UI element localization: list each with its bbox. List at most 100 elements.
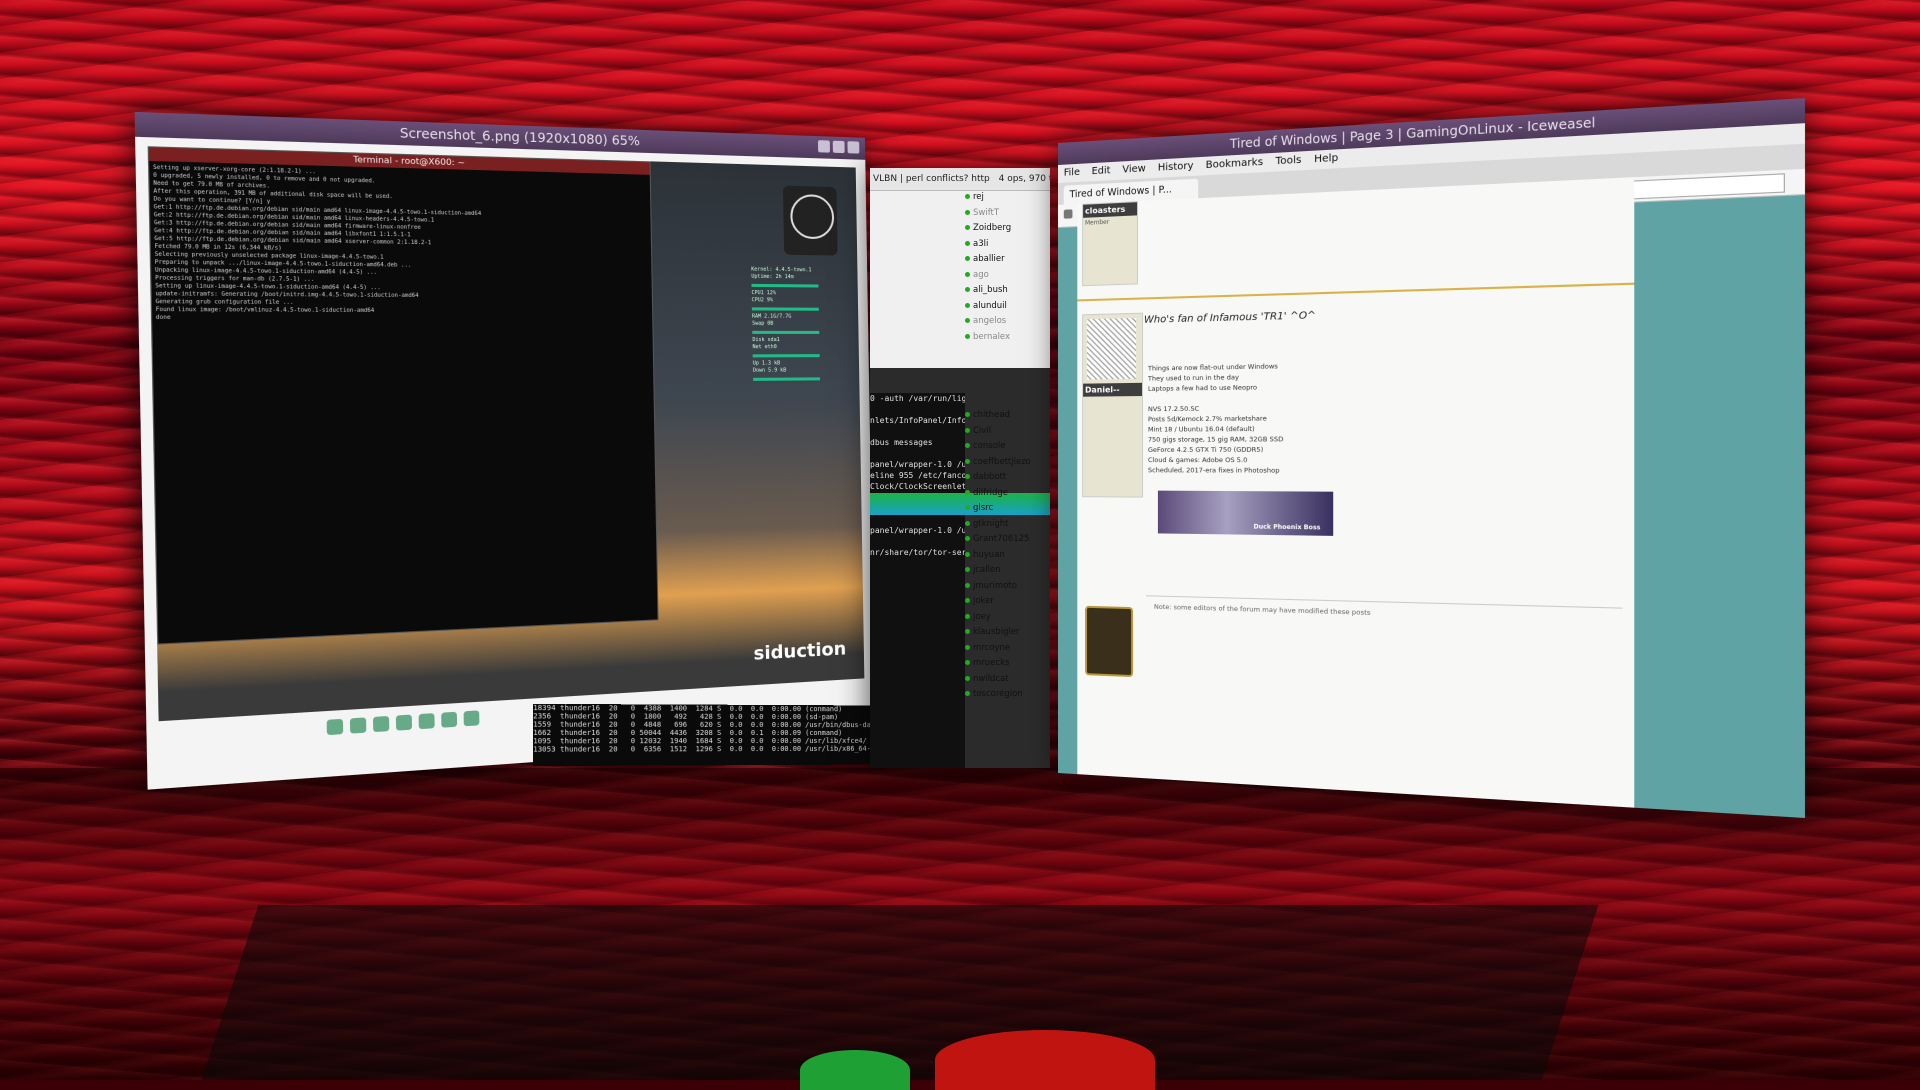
user-badge [1085, 606, 1133, 677]
status-dot-icon [965, 272, 970, 277]
nick-item[interactable]: angelos [965, 314, 1050, 330]
zoom-out-icon[interactable] [396, 715, 412, 731]
browser-window[interactable]: Tired of Windows | Page 3 | GamingOnLinu… [1058, 98, 1805, 818]
status-dot-icon [965, 660, 970, 665]
status-dot-icon [965, 629, 970, 634]
close-button[interactable] [847, 141, 859, 153]
nick-list-top: rej SwiftT Zoidberg a3li aballier ago ali_bush… [965, 190, 1050, 345]
post-author-card: cloasters Member [1082, 201, 1138, 286]
status-dot-icon [965, 614, 970, 619]
conky-line: Swap 0B [752, 321, 847, 328]
nick-item[interactable]: a3li [965, 237, 1050, 253]
window-controls [818, 140, 859, 153]
minimize-button[interactable] [818, 140, 830, 153]
terminal-window: Terminal - root@X600: ~ Setting up xserv… [148, 146, 659, 644]
nick-item[interactable]: mrcoyne [965, 641, 1050, 657]
nick-item[interactable]: klausbigler [965, 625, 1050, 641]
editor-hint: Note: some editors of the forum may have… [1154, 603, 1623, 625]
nick-item[interactable]: ago [965, 268, 1050, 284]
banner-text: Duck Phoenix Boss [1254, 523, 1321, 531]
status-dot-icon [965, 676, 970, 681]
status-dot-icon [965, 645, 970, 650]
conky-bar [753, 354, 820, 357]
nick-item[interactable]: joker [965, 594, 1050, 610]
maximize-button[interactable] [833, 141, 845, 153]
conky-line: Uptime: 2h 14m [751, 274, 846, 282]
nick-item[interactable]: aballier [965, 252, 1050, 268]
status-dot-icon [965, 521, 970, 526]
system-monitor-widget: Kernel: 4.4.5-towo.1 Uptime: 2h 14m CPU1 1… [751, 267, 850, 512]
rotate-icon[interactable] [441, 712, 457, 728]
post-author-card-2: Daniel-- [1082, 313, 1143, 498]
conky-bar [752, 331, 819, 334]
nick-item[interactable]: SwiftT [965, 206, 1050, 222]
nick-item[interactable]: jmurimoto [965, 579, 1050, 595]
conky-bar [753, 377, 820, 381]
nick-item[interactable]: dilfridge [965, 486, 1050, 502]
bookmark-star-icon[interactable] [1064, 209, 1073, 218]
nick-item[interactable]: mruecks [965, 656, 1050, 672]
status-dot-icon [965, 210, 970, 215]
fullscreen-icon[interactable] [464, 710, 480, 726]
status-dot-icon [965, 567, 970, 572]
post-body: Things are now flat-out under Windows Th… [1148, 359, 1420, 477]
status-dot-icon [965, 225, 970, 230]
nick-item[interactable]: huyuan [965, 548, 1050, 564]
menu-item-history[interactable]: History [1158, 160, 1194, 173]
nick-item[interactable]: Zoidberg [965, 221, 1050, 237]
menu-item-help[interactable]: Help [1314, 152, 1338, 165]
conky-line: Down 5.9 kB [753, 367, 848, 375]
process-terminal: 0 -auth /var/run/lightdm/root/:0 - nlets… [870, 393, 965, 768]
zoom-in-icon[interactable] [373, 716, 389, 732]
nick-item[interactable]: glsrc [965, 501, 1050, 517]
post-separator [1077, 283, 1634, 302]
nick-item[interactable]: bernalex [965, 330, 1050, 346]
nick-item[interactable]: ali_bush [965, 283, 1050, 299]
clock-widget [783, 186, 838, 256]
menu-item-bookmarks[interactable]: Bookmarks [1206, 157, 1263, 171]
nick-item[interactable]: joey [965, 610, 1050, 626]
conky-line: CPU2 9% [752, 297, 847, 305]
nick-item[interactable]: alunduil [965, 299, 1050, 315]
menu-item-file[interactable]: File [1064, 167, 1080, 179]
terminal-output: Setting up xserver-xorg-core (2:1.18.2-1… [149, 161, 657, 641]
conky-bar [752, 307, 819, 310]
status-dot-icon [965, 303, 970, 308]
status-dot-icon [965, 505, 970, 510]
status-dot-icon [965, 256, 970, 261]
nick-item[interactable]: gtknight [965, 517, 1050, 533]
nick-item[interactable]: jcallen [965, 563, 1050, 579]
author-role: Member [1083, 215, 1137, 229]
menu-item-view[interactable]: View [1122, 163, 1145, 175]
status-dot-icon [965, 318, 970, 323]
status-dot-icon [965, 194, 970, 199]
back-icon[interactable] [327, 719, 344, 735]
author-name-2[interactable]: Daniel-- [1083, 383, 1142, 397]
image-viewer-window[interactable]: Screenshot_6.png (1920x1080) 65% Termina… [135, 112, 875, 790]
nick-item[interactable]: Grant706125 [965, 532, 1050, 548]
logo-reflection-red [935, 1030, 1155, 1090]
fit-icon[interactable] [419, 713, 435, 729]
status-dot-icon [965, 334, 970, 339]
nick-item[interactable]: coeffbettjlezo [965, 455, 1050, 471]
window-reflection-shadow [202, 905, 1599, 1080]
nick-item[interactable]: dabbott [965, 470, 1050, 486]
conky-line: Net eth0 [752, 344, 847, 351]
irc-channel-pane: VLBN | perl conflicts? http 4 ops, 970 t… [870, 168, 1050, 368]
irc-client-window[interactable]: VLBN | perl conflicts? http 4 ops, 970 t… [870, 168, 1050, 768]
nick-item[interactable]: Civil [965, 424, 1050, 440]
nick-item[interactable]: toscoregion [965, 687, 1050, 703]
nick-item[interactable]: nwildcat [965, 672, 1050, 688]
menu-item-tools[interactable]: Tools [1276, 155, 1302, 168]
user-count: 4 ops, 970 total [999, 174, 1050, 184]
nick-item[interactable]: console [965, 439, 1050, 455]
status-dot-icon [965, 691, 970, 696]
signature-banner: Duck Phoenix Boss [1158, 491, 1333, 536]
window-title: Screenshot_6.png (1920x1080) 65% [400, 126, 640, 149]
forward-icon[interactable] [350, 717, 366, 733]
menu-item-edit[interactable]: Edit [1092, 165, 1111, 177]
status-dot-icon [965, 287, 970, 292]
nick-item[interactable]: chithead [965, 408, 1050, 424]
nick-item[interactable]: rej [965, 190, 1050, 206]
reply-editor[interactable]: Note: some editors of the forum may have… [1146, 595, 1622, 675]
